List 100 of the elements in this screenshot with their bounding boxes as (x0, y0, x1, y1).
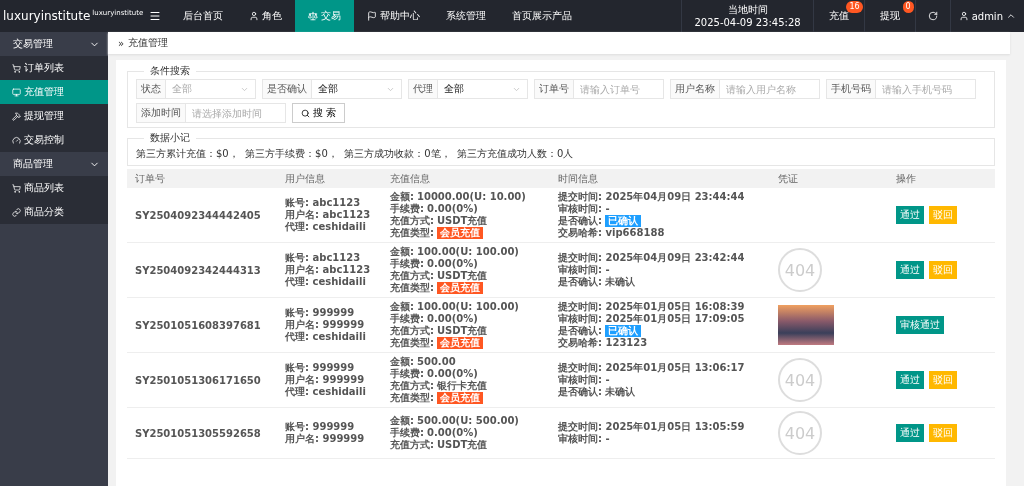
order-number: SY2501051306171650 (127, 352, 277, 408)
search-icon (301, 108, 310, 118)
text-field[interactable]: 添加时间 请选择添加时间 (136, 103, 286, 123)
user-icon (249, 11, 259, 21)
info-label: 手续费: (390, 427, 424, 439)
search-button[interactable]: 搜 索 (292, 103, 346, 123)
cart-icon (12, 183, 21, 193)
flag-icon (367, 11, 377, 21)
scale-icon (308, 11, 318, 21)
sidebar-item[interactable]: 提现管理 (0, 104, 108, 128)
info-label: 充值类型: (390, 392, 434, 404)
sidebar-item[interactable]: 交易控制 (0, 128, 108, 152)
column-header: 用户信息 (277, 169, 382, 188)
info-line: 提交时间: 2025年01月05日 13:05:59 (558, 421, 745, 433)
pass-button[interactable]: 通过 (896, 261, 924, 279)
info-label: 是否确认: (558, 325, 602, 337)
info-value: 100.00(U: 100.00) (417, 246, 519, 258)
info-value: USDT充值 (437, 215, 488, 227)
nav-tab[interactable]: 交易 (295, 0, 354, 32)
status-tag: 会员充值 (437, 337, 483, 349)
user-icon (958, 11, 969, 21)
info-line: 用户名: abc1123 (285, 209, 371, 221)
info-value: 银行卡充值 (437, 380, 487, 392)
nav-tab[interactable]: 后台首页 (170, 0, 236, 32)
pass-button[interactable]: 通过 (896, 206, 924, 224)
status-tag: 会员充值 (437, 392, 483, 404)
info-value: 0.00(0%) (427, 313, 478, 325)
breadcrumb-separator: » (118, 37, 125, 49)
text-field[interactable]: 用户名称 请输入用户名称 (670, 79, 820, 99)
info-line: 账号: abc1123 (285, 197, 361, 209)
info-line: 代理: ceshidaili (285, 221, 366, 233)
column-header: 凭证 (770, 169, 888, 188)
status-tag: 会员充值 (437, 227, 483, 239)
info-value: 100.00(U: 100.00) (417, 301, 519, 313)
summary-text: 第三方累计充值：$0， 第三方手续费：$0， 第三方成功收款：0笔， 第三方充值成功人数：0人 (136, 147, 575, 161)
info-line: 是否确认: 未确认 (558, 276, 636, 288)
info-line: 审核时间: 2025年01月05日 17:09:05 (558, 313, 745, 325)
info-label: 充值类型: (390, 227, 434, 239)
info-line: 提交时间: 2025年04月09日 23:44:44 (558, 191, 745, 203)
pass-button[interactable]: 审核通过 (896, 316, 944, 334)
select-field[interactable]: 状态 全部 (136, 79, 256, 99)
info-label: 是否确认: (558, 215, 602, 227)
sidebar-item[interactable]: 商品列表 (0, 176, 108, 200)
info-value: USDT充值 (437, 270, 488, 282)
column-header: 操作 (888, 169, 995, 188)
info-label: 充值方式: (390, 325, 434, 337)
nav-tab[interactable]: 帮助中心 (354, 0, 433, 32)
info-line: 用户名: 999999 (285, 374, 365, 386)
sidebar-item[interactable]: 充值管理 (0, 80, 108, 104)
column-header: 充值信息 (382, 169, 550, 188)
info-label: 金额: (390, 356, 414, 368)
status-tag: 已确认 (605, 325, 641, 337)
field-label: 用户名称 (671, 80, 720, 98)
info-line: 提交时间: 2025年01月05日 13:06:17 (558, 362, 745, 374)
clock-time: 2025-04-09 23:45:28 (694, 16, 801, 29)
field-label: 订单号 (535, 80, 574, 98)
info-line: 是否确认: 未确认 (558, 386, 636, 398)
info-value: 10000.00(U: 10.00) (417, 191, 526, 203)
text-field[interactable]: 订单号 请输入订单号 (534, 79, 664, 99)
nav-tab[interactable]: 首页展示产品 (499, 0, 585, 32)
nav-tab[interactable]: 系统管理 (433, 0, 499, 32)
pass-button[interactable]: 通过 (896, 371, 924, 389)
info-line: 代理: ceshidaili (285, 331, 366, 343)
info-label: 充值方式: (390, 380, 434, 392)
sidebar-group[interactable]: 交易管理 (0, 32, 108, 56)
info-line: 交易哈希: 123123 (558, 337, 648, 349)
info-label: 金额: (390, 246, 414, 258)
info-value: USDT充值 (437, 439, 488, 451)
select-field[interactable]: 是否确认 全部 (262, 79, 402, 99)
gauge-icon (12, 135, 21, 145)
info-label: 金额: (390, 191, 414, 203)
section-title: 数据小记 (149, 131, 191, 145)
menu-icon[interactable] (149, 10, 161, 22)
info-label: 手续费: (390, 368, 424, 380)
info-value: USDT充值 (437, 325, 488, 337)
info-label: 手续费: (390, 203, 424, 215)
hammer-icon (12, 111, 21, 121)
info-value: 0.00(0%) (427, 203, 478, 215)
info-line: 审核时间: - (558, 374, 610, 386)
sidebar-item[interactable]: 商品分类 (0, 200, 108, 224)
info-line: 账号: abc1123 (285, 252, 361, 264)
info-line: 账号: 999999 (285, 362, 355, 374)
info-line: 提交时间: 2025年01月05日 16:08:39 (558, 301, 745, 313)
sidebar-group[interactable]: 商品管理 (0, 152, 108, 176)
sidebar-item[interactable]: 订单列表 (0, 56, 108, 80)
info-label: 金额: (390, 301, 414, 313)
nav-tab[interactable]: 角色 (236, 0, 295, 32)
text-field[interactable]: 手机号码 请输入手机号码 (826, 79, 976, 99)
count-badge: 16 (846, 1, 863, 13)
count-badge: 0 (902, 1, 914, 13)
order-number: SY2504092344442405 (127, 188, 277, 243)
info-line: 账号: 999999 (285, 307, 355, 319)
select-field[interactable]: 代理 全部 (408, 79, 528, 99)
info-value: 0.00(0%) (427, 258, 478, 270)
pass-button[interactable]: 通过 (896, 424, 924, 442)
info-label: 充值方式: (390, 215, 434, 227)
order-number: SY2501051305592658 (127, 407, 277, 459)
refresh-icon[interactable] (927, 11, 938, 21)
column-header: 时间信息 (550, 169, 770, 188)
breadcrumb: 充值管理 (128, 36, 169, 50)
